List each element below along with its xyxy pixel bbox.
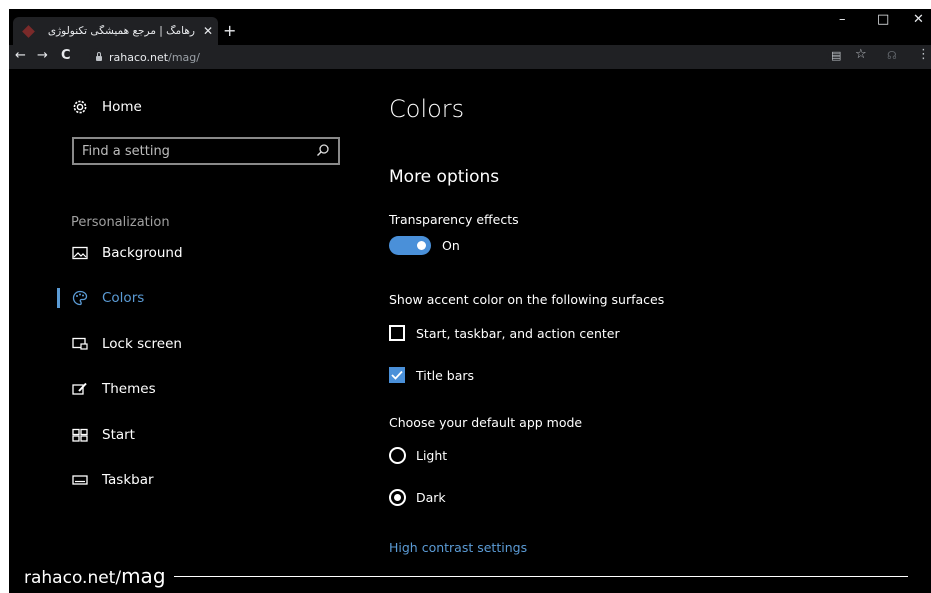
sidebar-item-themes[interactable]: Themes xyxy=(70,381,156,397)
search-icon[interactable] xyxy=(316,142,332,161)
transparency-toggle[interactable] xyxy=(389,236,431,255)
high-contrast-link[interactable]: High contrast settings xyxy=(389,540,527,555)
tab-title: رهامگ | مرجع همیشگی تکنولوژی | xyxy=(45,25,195,37)
sidebar-item-label: Start xyxy=(102,427,135,443)
watermark-text: rahaco.net/mag xyxy=(24,564,166,588)
watermark-line xyxy=(173,575,908,577)
browser-window: رهامگ | مرجع همیشگی تکنولوژی | ✕ + – □ ✕… xyxy=(9,9,931,593)
lock-icon xyxy=(96,52,102,61)
bookmark-star-icon[interactable]: ☆ xyxy=(855,47,867,62)
back-button[interactable]: ← xyxy=(15,48,26,63)
dark-label: Dark xyxy=(416,490,446,505)
sidebar-item-lock-screen[interactable]: Lock screen xyxy=(70,336,182,352)
taskbar-icon xyxy=(70,472,90,488)
watermark: rahaco.net/mag xyxy=(24,564,908,588)
settings-sidebar: Home Personalization Background xyxy=(54,85,354,556)
browser-toolbar: ← → C rahaco.net/mag/ ▤ ☆ ☊ ⋮ xyxy=(9,45,931,69)
browser-tab[interactable]: رهامگ | مرجع همیشگی تکنولوژی | ✕ xyxy=(13,17,218,45)
new-tab-button[interactable]: + xyxy=(223,21,236,40)
app-mode-label: Choose your default app mode xyxy=(389,415,583,430)
close-window-button[interactable]: ✕ xyxy=(913,12,924,27)
sidebar-item-background[interactable]: Background xyxy=(70,245,183,261)
palette-icon xyxy=(70,290,90,306)
dark-radio[interactable] xyxy=(389,489,406,506)
title-bars-checkbox[interactable] xyxy=(389,367,405,383)
search-input[interactable] xyxy=(74,142,316,160)
address-bar[interactable]: rahaco.net/mag/ xyxy=(89,48,829,66)
sidebar-item-label: Colors xyxy=(102,290,145,306)
selected-indicator xyxy=(57,288,60,308)
start-taskbar-label: Start, taskbar, and action center xyxy=(416,326,620,341)
more-options-heading: More options xyxy=(389,167,500,187)
accent-surfaces-label: Show accent color on the following surfa… xyxy=(389,292,665,307)
section-label-personalization: Personalization xyxy=(71,215,170,230)
menu-icon[interactable]: ⋮ xyxy=(917,47,930,62)
tab-close-icon[interactable]: ✕ xyxy=(203,24,213,38)
sidebar-item-start[interactable]: Start xyxy=(70,427,135,443)
home-label: Home xyxy=(102,99,142,115)
light-label: Light xyxy=(416,448,448,463)
gear-icon xyxy=(70,99,90,115)
transparency-state: On xyxy=(442,238,460,253)
sidebar-item-taskbar[interactable]: Taskbar xyxy=(70,472,154,488)
address-url[interactable]: rahaco.net/mag/ xyxy=(109,51,200,64)
title-bars-label: Title bars xyxy=(416,368,475,383)
sidebar-item-label: Lock screen xyxy=(102,336,182,352)
minimize-button[interactable]: – xyxy=(839,12,846,27)
forward-button[interactable]: → xyxy=(37,48,48,63)
tab-strip: رهامگ | مرجع همیشگی تکنولوژی | ✕ + – □ ✕ xyxy=(9,9,931,45)
translate-icon[interactable]: ▤ xyxy=(831,49,841,62)
picture-icon xyxy=(70,245,90,261)
settings-content: Colors More options Transparency effects… xyxy=(380,85,880,556)
search-box[interactable] xyxy=(72,137,340,165)
light-radio[interactable] xyxy=(389,447,406,464)
page-title: Colors xyxy=(389,95,465,123)
sidebar-item-label: Background xyxy=(102,245,183,261)
checkmark-icon xyxy=(391,370,403,380)
sidebar-item-label: Themes xyxy=(102,381,156,397)
toggle-knob xyxy=(417,241,426,250)
transparency-label: Transparency effects xyxy=(389,212,519,227)
site-favicon-icon xyxy=(22,24,35,38)
settings-page: Home Personalization Background xyxy=(54,85,891,556)
start-grid-icon xyxy=(70,427,90,443)
extension-icon[interactable]: ☊ xyxy=(887,49,897,62)
maximize-button[interactable]: □ xyxy=(877,12,889,27)
reload-button[interactable]: C xyxy=(61,48,71,63)
sidebar-item-label: Taskbar xyxy=(102,472,154,488)
start-taskbar-checkbox[interactable] xyxy=(389,325,405,341)
brush-icon xyxy=(70,381,90,397)
lock-screen-icon xyxy=(70,336,90,352)
sidebar-item-home[interactable]: Home xyxy=(70,99,142,115)
sidebar-item-colors[interactable]: Colors xyxy=(70,290,144,306)
